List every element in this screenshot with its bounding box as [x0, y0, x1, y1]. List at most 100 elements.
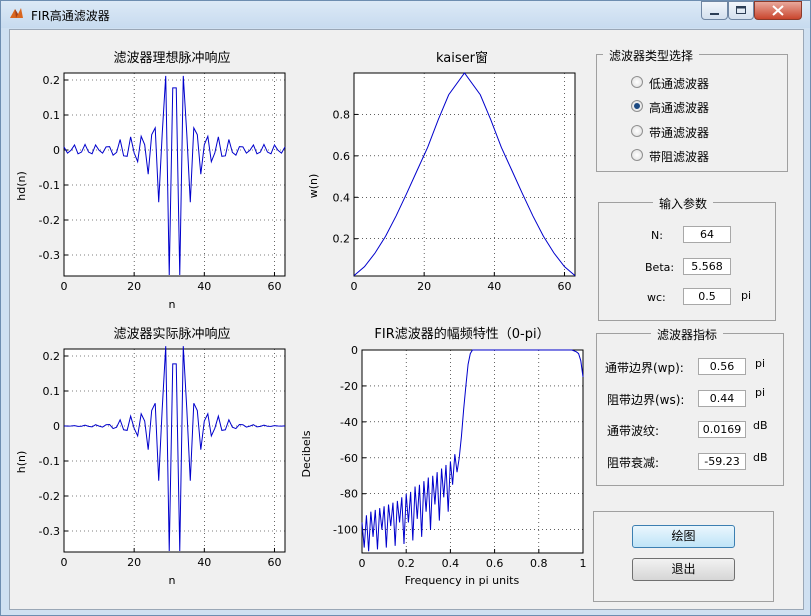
y-tick-label: -0.3 [39, 249, 60, 262]
ripple-output: 0.0169 [698, 421, 746, 438]
close-icon [772, 5, 784, 16]
n-label: N: [651, 229, 663, 242]
y-tick-label: 0 [351, 344, 358, 357]
input-params-title: 输入参数 [653, 195, 714, 212]
x-tick-label: 0 [359, 557, 366, 570]
plot-title: 滤波器实际脉冲响应 [113, 326, 230, 342]
minimize-icon [710, 13, 719, 15]
radio-button-icon[interactable] [631, 76, 643, 88]
atten-output: -59.23 [698, 453, 746, 470]
ripple-label: 通带波纹: [607, 424, 660, 438]
y-tick-label: -80 [340, 488, 358, 501]
plot-area [63, 348, 286, 553]
x-tick-label: 0.8 [530, 557, 548, 570]
radio-button-selected-icon[interactable] [631, 100, 643, 112]
window-title: FIR高通滤波器 [31, 9, 110, 23]
wp-unit: pi [755, 357, 766, 370]
y-tick-label: 0.1 [43, 385, 61, 398]
title-bar[interactable]: FIR高通滤波器 [1, 1, 810, 28]
x-axis-label: Frequency in pi units [405, 574, 520, 587]
y-tick-label: -0.3 [39, 525, 60, 538]
maximize-icon [736, 6, 746, 14]
y-tick-label: 0.2 [333, 233, 351, 246]
input-params-panel: 输入参数 N: 64 Beta: 5.568 wc: 0.5 pi [598, 195, 776, 321]
matlab-icon [10, 8, 23, 18]
x-tick-label: 0.6 [486, 557, 504, 570]
x-axis-label: n [169, 298, 176, 311]
x-axis-label: n [169, 574, 176, 587]
axes-box: 0 0.2 0.4 0.6 0.8 1 0 -20 -40 -60 -80 -100 [333, 344, 586, 570]
x-tick-label: 0.2 [397, 557, 415, 570]
plot-magnitude-response: FIR滤波器的幅频特性（0-pi） 0 0.2 0.4 0.6 0.8 1 0 -20 -40 -… [300, 326, 587, 587]
axes-box: 0 20 40 60 0.8 0.6 0.4 0.2 [333, 72, 576, 293]
filter-type-title: 滤波器类型选择 [603, 47, 700, 64]
x-tick-label: 40 [197, 556, 211, 569]
y-axis-label: w(n) [307, 174, 320, 199]
plot-actual-impulse: 滤波器实际脉冲响应 0 20 40 60 0.2 0.1 0 -0.1 -0.2 -0.3 h(n… [15, 326, 286, 587]
atten-unit: dB [753, 451, 768, 464]
maximize-button[interactable] [728, 1, 754, 20]
n-input[interactable]: 64 [683, 226, 731, 243]
wc-label: wc: [647, 291, 666, 304]
y-tick-label: -60 [340, 452, 358, 465]
app-window: FIR高通滤波器 滤波器理想脉冲响应 0 20 40 60 0.2 0.1 0 -0.1 -0.… [0, 0, 811, 616]
y-axis-label: hd(n) [15, 171, 28, 201]
plot-area [63, 72, 286, 277]
ws-output: 0.44 [698, 390, 746, 407]
x-tick-label: 40 [487, 280, 501, 293]
y-axis-label: h(n) [15, 451, 28, 474]
radio-label: 带通滤波器 [649, 126, 710, 140]
y-tick-label: 0.1 [43, 109, 61, 122]
minimize-button[interactable] [701, 1, 728, 20]
x-tick-label: 60 [267, 280, 281, 293]
exit-button[interactable]: 退出 [632, 558, 735, 581]
plot-area [361, 349, 584, 554]
y-tick-label: 0.2 [43, 74, 61, 87]
x-tick-label: 0 [61, 280, 68, 293]
y-tick-label: 0.2 [43, 350, 61, 363]
wc-unit: pi [741, 289, 752, 302]
beta-input[interactable]: 5.568 [683, 258, 731, 275]
ws-label: 阻带边界(ws): [607, 393, 685, 407]
y-tick-label: -0.2 [39, 214, 60, 227]
wc-input[interactable]: 0.5 [683, 288, 731, 305]
radio-label: 带阻滤波器 [649, 150, 710, 164]
ws-unit: pi [755, 386, 766, 399]
ripple-unit: dB [753, 419, 768, 432]
close-button[interactable] [754, 1, 802, 20]
client-area: 滤波器理想脉冲响应 0 20 40 60 0.2 0.1 0 -0.1 -0.2 -0.3 hd(… [9, 29, 804, 610]
plot-title: kaiser窗 [436, 50, 488, 66]
plot-kaiser-window: kaiser窗 0 20 40 60 0.8 0.6 0.4 0.2 w(n) [307, 50, 576, 293]
plot-title: 滤波器理想脉冲响应 [113, 50, 230, 66]
plot-title: FIR滤波器的幅频特性（0-pi） [374, 326, 549, 342]
plot-area [353, 72, 576, 277]
wp-label: 通带边界(wp): [605, 361, 684, 375]
wp-output: 0.56 [698, 358, 746, 375]
filter-specs-panel: 滤波器指标 通带边界(wp): 0.56 pi 阻带边界(ws): 0.44 p… [596, 326, 784, 486]
y-tick-label: 0 [53, 144, 60, 157]
y-tick-label: 0 [53, 420, 60, 433]
y-tick-label: 0.6 [333, 150, 351, 163]
x-tick-label: 40 [197, 280, 211, 293]
y-tick-label: 0.8 [333, 108, 351, 121]
y-tick-label: -40 [340, 416, 358, 429]
radio-button-icon[interactable] [631, 125, 643, 137]
x-tick-label: 20 [127, 280, 141, 293]
radio-label: 低通滤波器 [649, 77, 710, 91]
y-tick-label: -0.2 [39, 490, 60, 503]
radio-label: 高通滤波器 [649, 101, 710, 115]
radio-button-icon[interactable] [631, 149, 643, 161]
y-axis-label: Decibels [300, 430, 313, 477]
x-tick-label: 60 [267, 556, 281, 569]
plot-button[interactable]: 绘图 [632, 525, 735, 548]
x-tick-label: 0.4 [442, 557, 460, 570]
y-tick-label: -0.1 [39, 455, 60, 468]
y-tick-label: -0.1 [39, 179, 60, 192]
filter-type-panel: 滤波器类型选择 低通滤波器 高通滤波器 带通滤波器 带阻滤波器 [596, 47, 788, 172]
x-tick-label: 20 [127, 556, 141, 569]
axes-box: 0 20 40 60 0.2 0.1 0 -0.1 -0.2 -0.3 [39, 72, 286, 293]
y-tick-label: -20 [340, 380, 358, 393]
x-tick-label: 20 [417, 280, 431, 293]
axes-box: 0 20 40 60 0.2 0.1 0 -0.1 -0.2 -0.3 [39, 346, 286, 569]
filter-specs-title: 滤波器指标 [651, 326, 724, 343]
